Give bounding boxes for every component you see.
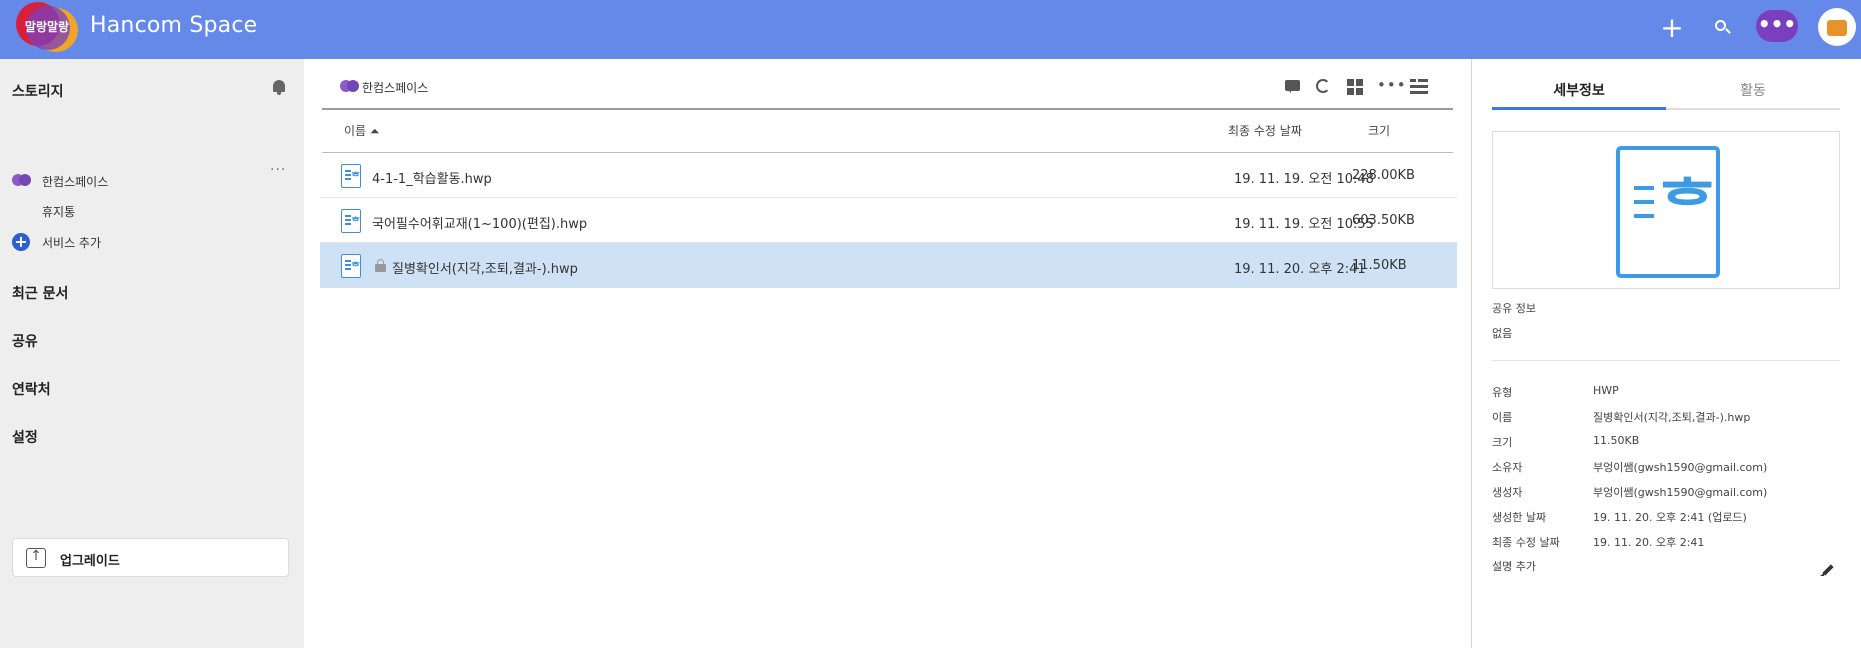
file-preview: ᄒ <box>1492 131 1840 289</box>
table-row[interactable]: ᄒ 국어필수어휘교재(1~100)(편집).hwp 19. 11. 19. 오전… <box>320 198 1457 243</box>
size-label: 크기 <box>1492 436 1513 449</box>
sidebar-item-trash[interactable]: 휴지통 <box>42 203 75 220</box>
modified-date-value: 19. 11. 20. 오후 2:41 <box>1593 536 1705 549</box>
hwp-file-icon: ᄒ <box>341 164 361 188</box>
details-divider <box>1492 360 1840 361</box>
more-options-icon[interactable]: ••• <box>1377 78 1406 96</box>
app-logo[interactable]: 말랑말랑 <box>16 2 78 52</box>
sidebar-item-recent-docs[interactable]: 최근 문서 <box>12 283 68 303</box>
edit-pencil-icon[interactable] <box>1820 563 1834 577</box>
sidebar: 스토리지 한컴스페이스 ··· 휴지통 + 서비스 추가 최근 문서 공유 연락… <box>0 59 304 648</box>
table-row[interactable]: ᄒ 4-1-1_학습활동.hwp 19. 11. 19. 오전 10:48 22… <box>320 153 1457 198</box>
creator-value: 부엉이쌤(gwsh1590@gmail.com) <box>1593 486 1768 499</box>
created-date-label: 생성한 날짜 <box>1492 511 1547 524</box>
comment-icon[interactable] <box>1284 78 1302 96</box>
space-icon <box>12 173 32 187</box>
file-size: 228.00KB <box>1352 168 1415 183</box>
tab-activity[interactable]: 활동 <box>1666 80 1840 100</box>
top-bar: 말랑말랑 Hancom Space + ••• <box>0 0 1861 59</box>
type-value: HWP <box>1593 384 1619 397</box>
creator-label: 생성자 <box>1492 486 1523 499</box>
tab-active-indicator <box>1492 107 1666 110</box>
column-header-name[interactable]: 이름 ⏶ <box>344 122 380 139</box>
hwp-document-icon: ᄒ <box>1616 146 1720 278</box>
sidebar-item-settings[interactable]: 설정 <box>12 427 38 447</box>
owner-label: 소유자 <box>1492 461 1523 474</box>
add-icon[interactable]: + <box>1660 10 1684 46</box>
sidebar-item-hancomspace[interactable]: 한컴스페이스 <box>42 173 108 190</box>
add-description-label[interactable]: 설명 추가 <box>1492 558 1536 574</box>
sidebar-item-share[interactable]: 공유 <box>12 331 38 351</box>
sidebar-heading-storage[interactable]: 스토리지 <box>12 81 64 101</box>
share-info-label: 공유 정보 <box>1492 302 1536 315</box>
lock-icon <box>375 259 386 272</box>
modified-date-label: 최종 수정 날짜 <box>1492 536 1560 549</box>
file-name[interactable]: 국어필수어휘교재(1~100)(편집).hwp <box>372 213 587 232</box>
hwp-file-icon: ᄒ <box>341 254 361 278</box>
upgrade-button[interactable]: ↑ 업그레이드 <box>12 538 289 577</box>
add-service-icon[interactable]: + <box>12 233 30 251</box>
upload-icon: ↑ <box>26 548 46 568</box>
share-info-value: 없음 <box>1492 327 1513 340</box>
logo-text: 말랑말랑 <box>24 20 70 34</box>
sidebar-item-add-service[interactable]: 서비스 추가 <box>42 234 101 251</box>
details-panel: 세부정보 활동 ᄒ 공유 정보 없음 유형 HWP 이름 질병확인서(지각,조퇴… <box>1472 59 1861 648</box>
grid-view-icon[interactable] <box>1347 78 1365 96</box>
created-date-value: 19. 11. 20. 오후 2:41 (업로드) <box>1593 511 1747 524</box>
search-icon[interactable] <box>1712 10 1734 46</box>
tab-details[interactable]: 세부정보 <box>1492 80 1666 100</box>
file-size: 603.50KB <box>1352 213 1415 228</box>
size-value: 11.50KB <box>1593 434 1640 447</box>
file-size: 11.50KB <box>1352 258 1407 273</box>
table-row-selected[interactable]: ᄒ 질병확인서(지각,조퇴,결과-).hwp 19. 11. 20. 오후 2:… <box>320 243 1457 288</box>
sidebar-item-contacts[interactable]: 연락처 <box>12 379 51 399</box>
file-name[interactable]: 질병확인서(지각,조퇴,결과-).hwp <box>392 258 578 277</box>
owner-value: 부엉이쌤(gwsh1590@gmail.com) <box>1593 461 1768 474</box>
upgrade-label: 업그레이드 <box>60 554 120 569</box>
name-label: 이름 <box>1492 411 1513 424</box>
file-name[interactable]: 4-1-1_학습활동.hwp <box>372 168 492 187</box>
type-label: 유형 <box>1492 386 1513 399</box>
apps-menu-button[interactable]: ••• <box>1756 10 1798 42</box>
bell-icon[interactable] <box>272 80 286 96</box>
column-header-modified[interactable]: 최종 수정 날짜 <box>1228 122 1302 139</box>
file-list-panel: 한컴스페이스 ••• 이름 ⏶ 최종 수정 날짜 크기 ᄒ 4-1-1_학습활동… <box>304 59 1471 648</box>
column-header-size[interactable]: 크기 <box>1368 122 1390 139</box>
file-modified: 19. 11. 20. 오후 2:41 <box>1234 262 1366 277</box>
breadcrumb-space-icon <box>340 79 360 93</box>
breadcrumb[interactable]: 한컴스페이스 <box>362 79 428 96</box>
hwp-file-icon: ᄒ <box>341 209 361 233</box>
list-view-icon[interactable] <box>1410 78 1428 96</box>
space-more-icon[interactable]: ··· <box>270 162 286 178</box>
table-top-border <box>322 108 1453 110</box>
refresh-icon[interactable] <box>1315 78 1333 96</box>
avatar[interactable] <box>1818 8 1856 46</box>
name-value: 질병확인서(지각,조퇴,결과-).hwp <box>1593 411 1751 424</box>
app-title: Hancom Space <box>90 13 258 38</box>
